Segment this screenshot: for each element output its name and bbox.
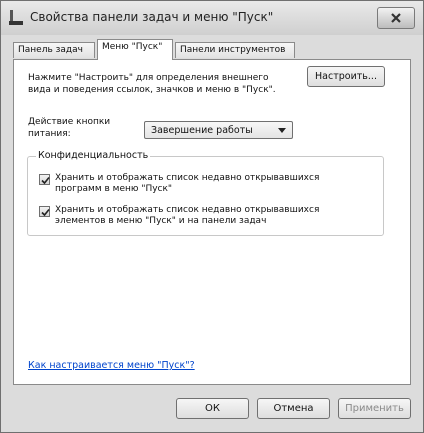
title-bar[interactable]: Свойства панели задач и меню "Пуск" (1, 1, 423, 35)
apply-button[interactable]: Применить (338, 398, 411, 419)
recent-programs-label: Хранить и отображать список недавно откр… (55, 173, 320, 194)
ok-button[interactable]: ОК (176, 398, 249, 419)
help-link[interactable]: Как настраивается меню "Пуск"? (28, 360, 195, 371)
tab-start-menu[interactable]: Меню "Пуск" (97, 39, 173, 60)
start-menu-description: Нажмите "Настроить" для определения внеш… (28, 73, 276, 95)
power-button-label: Действие кнопки питания: (28, 117, 111, 139)
taskbar-app-icon (9, 10, 23, 26)
recent-items-label: Хранить и отображать список недавно откр… (55, 205, 320, 226)
start-menu-panel: Нажмите "Настроить" для определения внеш… (13, 59, 411, 385)
chevron-down-icon (278, 128, 286, 133)
close-button[interactable] (377, 7, 415, 29)
recent-items-checkbox[interactable] (39, 206, 50, 217)
privacy-group: Конфиденциальность Хранить и отображать … (27, 150, 384, 236)
checkmark-icon (41, 176, 50, 185)
privacy-group-title: Конфиденциальность (36, 150, 151, 161)
dialog-window: Свойства панели задач и меню "Пуск" Пане… (0, 0, 424, 433)
power-button-select[interactable]: Завершение работы (144, 121, 293, 139)
cancel-button[interactable]: Отмена (257, 398, 330, 419)
checkmark-icon (41, 208, 50, 217)
window-title: Свойства панели задач и меню "Пуск" (30, 10, 274, 24)
tab-toolbars[interactable]: Панели инструментов (175, 42, 295, 58)
recent-programs-checkbox[interactable] (39, 174, 50, 185)
configure-button[interactable]: Настроить... (307, 66, 385, 87)
close-icon (391, 13, 401, 23)
tab-taskbar[interactable]: Панель задач (13, 42, 95, 58)
power-button-value: Завершение работы (151, 125, 253, 136)
